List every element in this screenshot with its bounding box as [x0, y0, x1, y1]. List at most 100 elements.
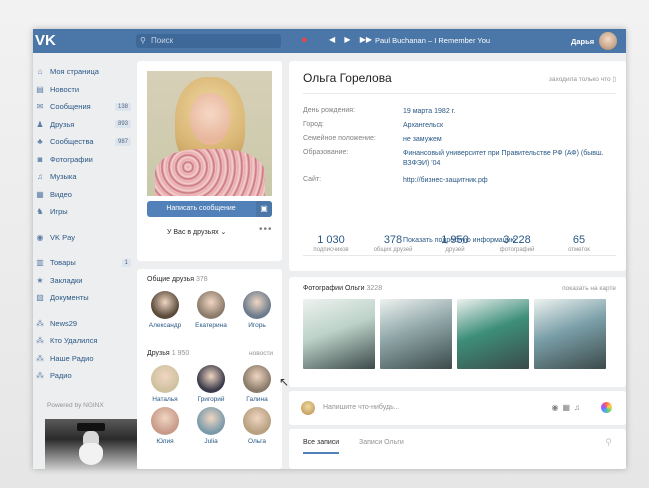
friend-name[interactable]: Григорий: [189, 396, 233, 403]
stat-item[interactable]: 1 030 подписчиков: [303, 234, 359, 253]
photo-thumbnail[interactable]: [380, 299, 452, 369]
friend-name[interactable]: Галина: [235, 396, 279, 403]
friend-name[interactable]: Ольга: [235, 438, 279, 445]
friends-title[interactable]: Друзья 1 950: [147, 350, 189, 357]
powered-by-label[interactable]: Powered by NGINX: [47, 402, 104, 409]
sidebar-item[interactable]: ▧ Документы: [33, 289, 133, 307]
gallery-icon[interactable]: ▦: [562, 403, 574, 412]
stat-label: подписчиков: [313, 247, 349, 253]
sidebar-item[interactable]: ✉ Сообщения 138: [33, 98, 133, 116]
send-message-button[interactable]: Написать сообщение ▣: [147, 201, 272, 217]
next-track-icon[interactable]: ▶▶: [360, 35, 372, 44]
friend-avatar[interactable]: [243, 291, 271, 319]
sidebar-item[interactable]: ▥ Товары 1: [33, 254, 133, 272]
stat-item[interactable]: 1 950 друзей: [427, 234, 483, 253]
friend-avatar[interactable]: [151, 407, 179, 435]
friend-avatar[interactable]: [151, 291, 179, 319]
camera-icon[interactable]: ◉: [551, 403, 562, 412]
friend-avatar[interactable]: [197, 291, 225, 319]
search-input[interactable]: ⚲ Поиск: [136, 34, 281, 48]
friend-avatar[interactable]: [243, 407, 271, 435]
wall-search-icon[interactable]: ⚲: [605, 437, 612, 448]
friend-name[interactable]: Александр: [143, 322, 187, 329]
sidebar-item[interactable]: ⌂ Моя страница: [33, 63, 133, 81]
photo-thumbnail[interactable]: [303, 299, 375, 369]
friends-status-dropdown[interactable]: У Вас в друзьях ⌄: [167, 228, 226, 236]
vk-logo[interactable]: VK: [35, 32, 56, 49]
sidebar-item-label: News29: [50, 318, 78, 328]
photo-thumbnail[interactable]: [457, 299, 529, 369]
sidebar-item[interactable]: ▦ Видео: [33, 186, 133, 204]
new-post-input[interactable]: Напишите что-нибудь...: [323, 404, 400, 411]
sidebar-item[interactable]: ♣ Сообщества 987: [33, 133, 133, 151]
sidebar-item[interactable]: ⁂ News29: [33, 315, 133, 333]
sidebar-item[interactable]: ♟ Друзья 893: [33, 116, 133, 134]
current-user-name[interactable]: Дарья: [571, 37, 594, 46]
friend-item[interactable]: Ольга: [235, 407, 279, 445]
info-value[interactable]: Финансовый университет при Правительстве…: [403, 149, 618, 169]
info-value[interactable]: Архангельск: [403, 121, 618, 131]
friend-name[interactable]: Екатерина: [189, 322, 233, 329]
sidebar-item[interactable]: ▤ Новости: [33, 81, 133, 99]
sidebar-item-label: Наше Радио: [50, 353, 94, 363]
sidebar-item[interactable]: ◙ Фотографии: [33, 151, 133, 169]
friend-name[interactable]: Юлия: [143, 438, 187, 445]
photos-title[interactable]: Фотографии Ольги 3228: [303, 285, 382, 292]
post-settings-icon[interactable]: [601, 402, 612, 413]
common-friends-label: Общие друзья: [147, 276, 195, 283]
vkpay-icon: ◉: [36, 232, 44, 242]
info-value[interactable]: 19 марта 1982 г.: [403, 107, 618, 117]
friend-name[interactable]: Наталья: [143, 396, 187, 403]
now-playing-track[interactable]: Paul Buchanan – I Remember You: [375, 36, 490, 45]
stat-item[interactable]: 378 общих друзей: [365, 234, 421, 253]
stat-value: 1 030: [317, 234, 345, 246]
sidebar-item[interactable]: ♞ Игры: [33, 203, 133, 221]
ad-banner-image[interactable]: [45, 419, 137, 469]
play-icon[interactable]: ▶: [344, 35, 350, 44]
profile-photo[interactable]: [147, 71, 272, 196]
friend-item[interactable]: Юлия: [143, 407, 187, 445]
stat-label: друзей: [445, 247, 465, 253]
friend-avatar[interactable]: [243, 365, 271, 393]
more-actions-icon[interactable]: •••: [259, 224, 273, 235]
sidebar-item[interactable]: ◉ VK Pay: [33, 229, 133, 247]
tab-all-posts[interactable]: Все записи: [303, 439, 340, 454]
top-bar: VK ⚲ Поиск ● ◀ ▶ ▶▶ Paul Buchanan – I Re…: [33, 29, 626, 53]
friend-name[interactable]: Julia: [189, 438, 233, 445]
current-user-avatar[interactable]: [599, 32, 617, 50]
gift-icon[interactable]: ▣: [256, 201, 272, 217]
sidebar-item[interactable]: ⁂ Кто Удалился: [33, 332, 133, 350]
info-value[interactable]: не замужем: [403, 135, 618, 145]
common-friends-title[interactable]: Общие друзья 378: [147, 276, 208, 283]
sidebar-item-label: Новости: [50, 84, 80, 94]
show-on-map-link[interactable]: показать на карте: [562, 285, 616, 292]
friend-item[interactable]: Наталья: [143, 365, 187, 403]
sidebar-item[interactable]: ⁂ Радио: [33, 367, 133, 385]
tab-owner-posts[interactable]: Записи Ольги: [359, 439, 404, 446]
friend-item[interactable]: Екатерина: [189, 291, 233, 329]
info-key: Семейное положение:: [303, 135, 376, 142]
friend-item[interactable]: Игорь: [235, 291, 279, 329]
sidebar-item[interactable]: ⁂ Наше Радио: [33, 350, 133, 368]
photo-thumbnail[interactable]: [534, 299, 606, 369]
sidebar-item[interactable]: ★ Закладки: [33, 272, 133, 290]
friend-item[interactable]: Александр: [143, 291, 187, 329]
friend-name[interactable]: Игорь: [235, 322, 279, 329]
previous-track-icon[interactable]: ◀: [329, 35, 335, 44]
friend-item[interactable]: Julia: [189, 407, 233, 445]
notifications-bell-icon[interactable]: ●: [301, 34, 308, 46]
friend-avatar[interactable]: [197, 407, 225, 435]
sidebar-item-label: Музыка: [50, 172, 77, 182]
friend-avatar[interactable]: [151, 365, 179, 393]
friend-item[interactable]: Григорий: [189, 365, 233, 403]
friend-item[interactable]: Галина: [235, 365, 279, 403]
sidebar-item[interactable]: ♫ Музыка: [33, 168, 133, 186]
friends-news-link[interactable]: новости: [249, 350, 273, 357]
friend-avatar[interactable]: [197, 365, 225, 393]
music-note-icon[interactable]: ♫: [574, 403, 584, 412]
stat-item[interactable]: 3 228 фотографий: [489, 234, 545, 253]
games-icon: ♞: [36, 207, 44, 217]
info-value[interactable]: http://бизнес-защитник.рф: [403, 176, 618, 186]
mobile-icon: ▯: [612, 76, 616, 83]
stat-item[interactable]: 65 отметок: [551, 234, 607, 253]
